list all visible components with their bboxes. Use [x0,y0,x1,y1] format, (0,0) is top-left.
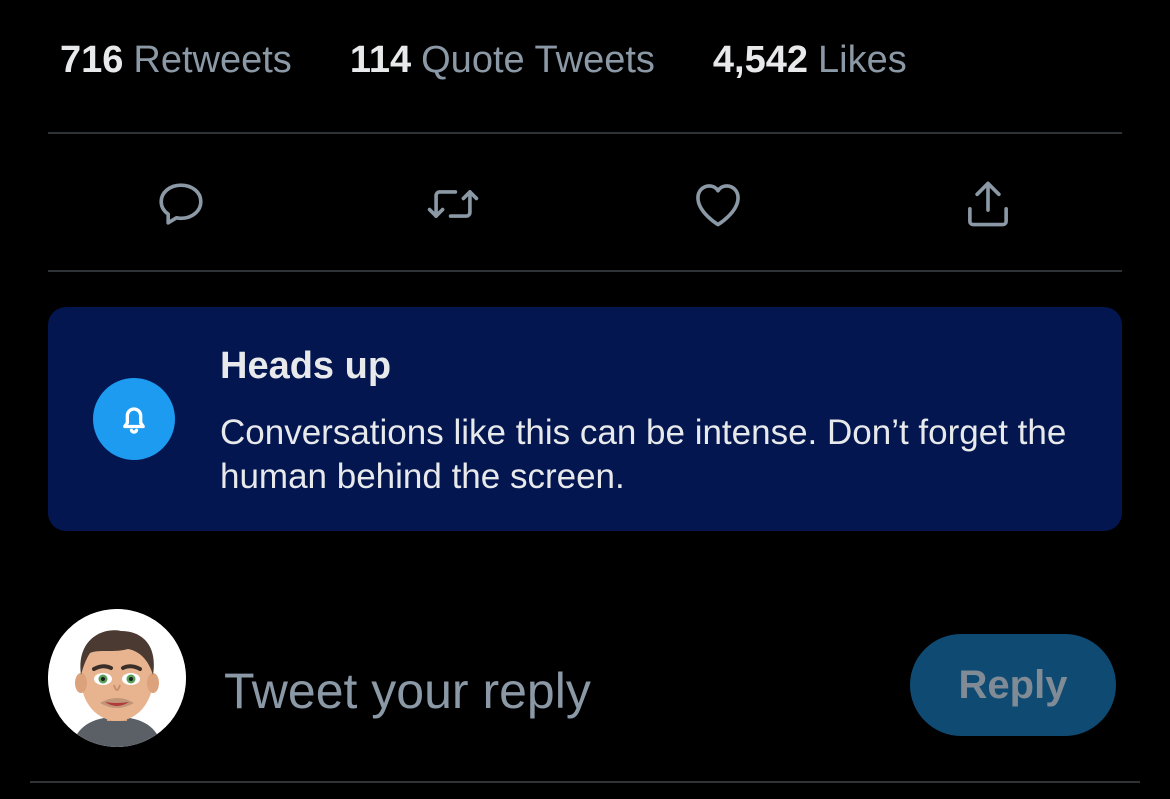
tweet-engagement-stats: 716 Retweets 114 Quote Tweets 4,542 Like… [60,34,965,86]
notice-badge [93,378,175,460]
share-action-button[interactable] [958,174,1018,234]
quote-tweets-label: Quote Tweets [421,38,655,81]
retweets-label: Retweets [133,38,292,81]
divider [48,270,1122,272]
reply-composer: Reply [48,609,1122,749]
divider [30,781,1140,783]
speech-bubble-icon [159,183,203,225]
heart-icon [696,184,740,227]
retweets-count: 716 [60,38,124,81]
tweet-action-bar [48,134,1122,270]
bitmoji-avatar-image [48,609,186,747]
reply-button[interactable]: Reply [910,634,1116,736]
reply-input[interactable] [224,657,864,725]
retweets-stat[interactable]: 716 Retweets [60,39,292,82]
reply-action-button[interactable] [151,174,211,234]
retweet-arrows-icon [427,190,479,218]
quote-tweets-stat[interactable]: 114 Quote Tweets [350,39,655,82]
likes-count: 4,542 [712,38,808,81]
likes-label: Likes [818,38,907,81]
notice-title: Heads up [220,345,392,387]
bell-icon [123,407,145,434]
quote-tweets-count: 114 [349,38,412,81]
avatar[interactable] [48,609,186,747]
like-action-button[interactable] [688,174,748,234]
likes-stat[interactable]: 4,542 Likes [713,39,907,82]
heads-up-notice: Heads up Conversations like this can be … [48,307,1122,531]
retweet-action-button[interactable] [423,174,483,234]
share-upload-icon [968,181,1008,227]
notice-body: Conversations like this can be intense. … [220,413,1067,496]
